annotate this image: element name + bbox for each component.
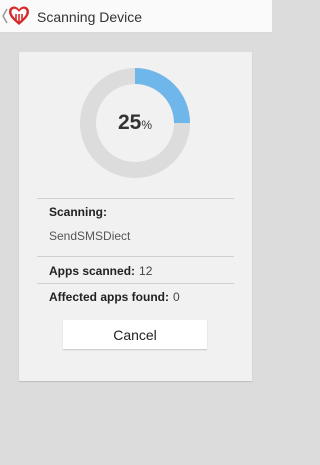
heart-logo-icon[interactable] [8,5,30,27]
affected-apps-label: Affected apps found: [49,290,169,304]
scanning-label: Scanning: [49,205,108,219]
affected-apps-row: Affected apps found: 0 [49,290,180,304]
apps-scanned-row: Apps scanned: 12 [49,264,152,278]
progress-unit: % [141,118,153,132]
divider [37,283,234,284]
divider [37,198,234,199]
scan-card: 25% Scanning: SendSMSDiect Apps scanned:… [19,52,252,381]
progress-percent: 25% [80,111,190,135]
cancel-button[interactable]: Cancel [63,320,207,349]
affected-apps-value: 0 [173,290,180,304]
apps-scanned-value: 12 [139,264,153,278]
current-app-name: SendSMSDiect [49,229,131,243]
apps-scanned-label: Apps scanned: [49,264,136,278]
action-bar: Scanning Device [0,0,272,34]
page-title: Scanning Device [37,9,143,25]
progress-value: 25 [117,111,142,134]
divider [37,256,234,257]
